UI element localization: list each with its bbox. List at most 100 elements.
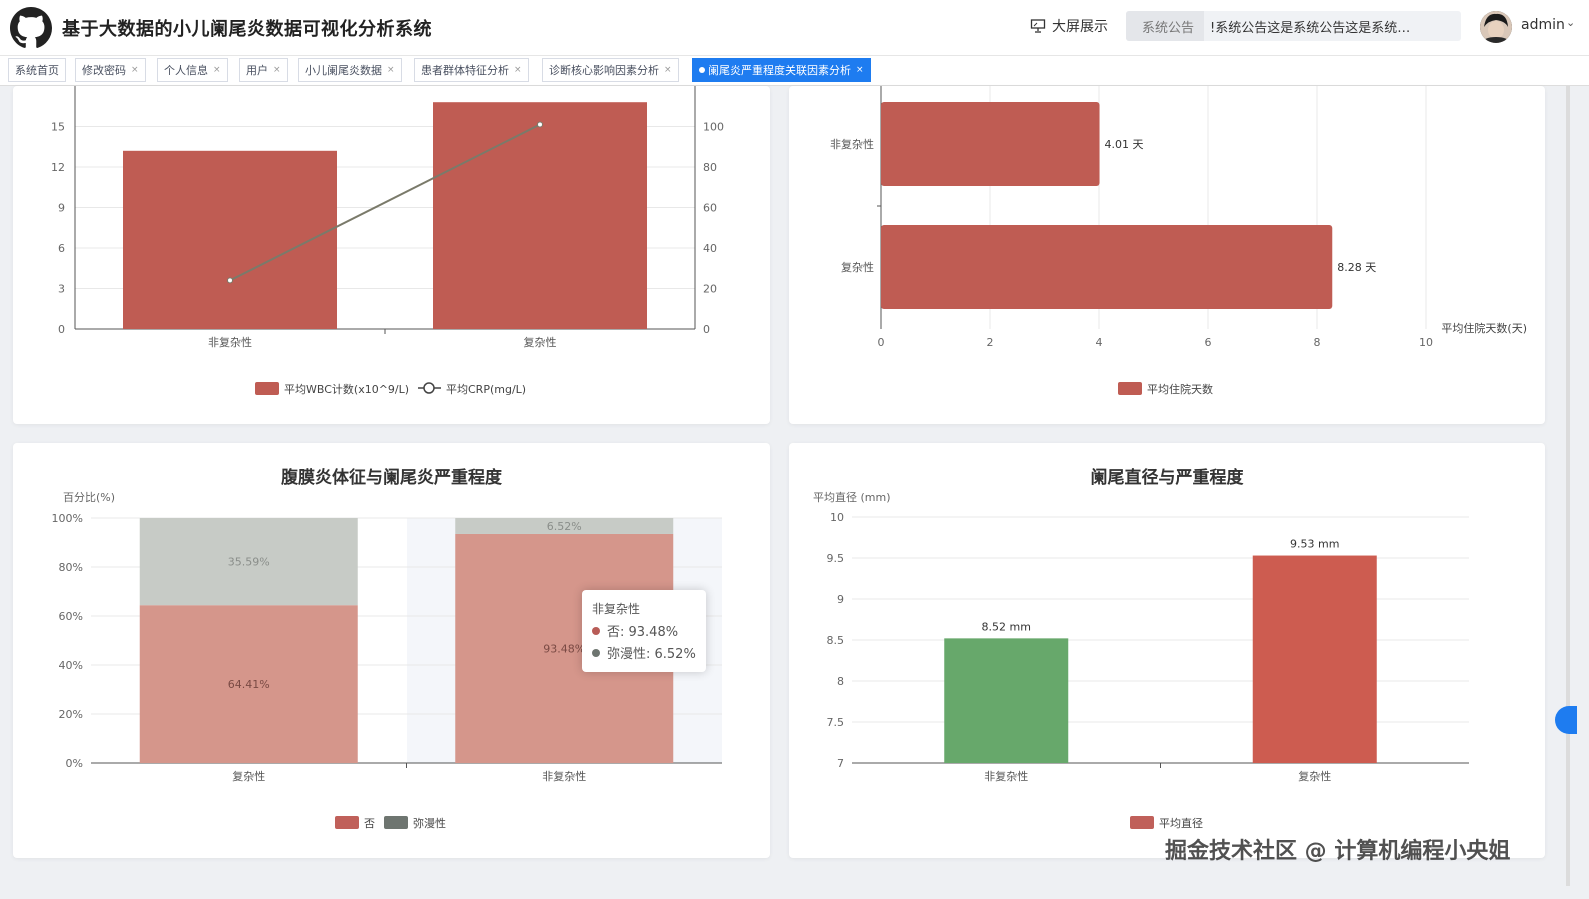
tab-home[interactable]: 系统首页 [8, 58, 66, 82]
tooltip-value: 弥漫性: 6.52% [607, 647, 696, 662]
x-tick-label: 复杂性 [232, 769, 265, 783]
y-tick-label: 7.5 [827, 716, 845, 729]
y-tick-label: 7 [837, 757, 844, 770]
bar-hospital-days [881, 225, 1333, 309]
system-notice[interactable]: 系统公告 !系统公告这是系统公告这是系统… [1126, 11, 1461, 41]
y2-tick-label: 80 [703, 161, 717, 174]
x-tick-label: 4 [1096, 336, 1103, 349]
tab-label: 小儿阑尾炎数据 [305, 64, 382, 77]
x-tick-label: 复杂性 [524, 335, 557, 349]
x-tick-label: 复杂性 [1298, 769, 1331, 783]
y-tick-label: 0 [58, 323, 65, 336]
tab-label: 诊断核心影响因素分析 [549, 64, 659, 77]
y-tick-label: 12 [51, 161, 65, 174]
tab-profile[interactable]: 个人信息 × [157, 58, 228, 82]
github-logo-icon[interactable] [10, 7, 52, 49]
panel-diameter: 阑尾直径与严重程度 7 7.5 8 8.5 9 9.5 10 平均直径 (mm) 8.52 mm… [789, 443, 1545, 858]
legend-label: 平均直径 [1159, 816, 1203, 830]
watermark: 掘金技术社区 @ 计算机编程小央姐 [1165, 839, 1511, 864]
chart-title: 阑尾直径与严重程度 [1090, 468, 1244, 488]
y-tick-label: 0% [66, 757, 83, 770]
close-icon[interactable]: × [514, 65, 522, 75]
legend-swatch [1130, 816, 1154, 829]
page-scrollbar[interactable] [1566, 86, 1570, 886]
bar-wbc [123, 150, 337, 329]
top-header: 基于大数据的小儿阑尾炎数据可视化分析系统 大屏展示 系统公告 !系统公告这是系统… [0, 0, 1589, 56]
chevron-down-icon[interactable]: ⌄ [1566, 16, 1575, 29]
bar-diameter [944, 638, 1069, 763]
y-tick-label: 9 [58, 202, 65, 215]
y-tick-label: 6 [58, 242, 65, 255]
y-tick-label: 非复杂性 [830, 137, 874, 151]
tooltip-row: 弥漫性: 6.52% [592, 643, 696, 662]
tab-bar: 系统首页 修改密码 × 个人信息 × 用户 × 小儿阑尾炎数据 × 患者群体特征… [0, 56, 1589, 86]
y-axis-title: 百分比(%) [63, 491, 115, 504]
y-tick-label: 80% [59, 561, 83, 574]
y2-tick-label: 100 [703, 121, 724, 134]
x-axis-title: 平均住院天数(天) [1441, 321, 1527, 335]
legend-swatch [335, 816, 359, 829]
bar-wbc [433, 102, 647, 329]
wbc-crp-chart: 0 3 6 9 12 15 0 20 40 60 80 100 非复杂性 复杂性平均WBC计数(x10^9… [51, 86, 724, 396]
panel-wbc-crp: 0 3 6 9 12 15 0 20 40 60 80 100 非复杂性 复杂性 平均WBC计数(x10^9… [13, 86, 770, 424]
tab-label: 患者群体特征分析 [421, 64, 509, 77]
close-icon[interactable]: × [131, 65, 139, 75]
notice-label: 系统公告 [1126, 11, 1205, 41]
side-expand-handle[interactable] [1555, 706, 1577, 734]
x-tick-label: 10 [1419, 336, 1433, 349]
legend-label: 弥漫性 [413, 816, 446, 830]
y-tick-label: 40% [59, 659, 83, 672]
y-tick-label: 9.5 [827, 552, 845, 565]
close-icon[interactable]: × [387, 65, 395, 75]
data-label: 8.52 mm [982, 620, 1031, 633]
legend-swatch [1118, 382, 1142, 395]
y-tick-label: 20% [59, 708, 83, 721]
tab-appendicitis-data[interactable]: 小儿阑尾炎数据 × [298, 58, 402, 82]
tab-patient-group[interactable]: 患者群体特征分析 × [414, 58, 529, 82]
data-label: 64.41% [228, 678, 270, 691]
panel-hospital-days: 0 2 4 6 8 10 平均住院天数(天) 非复杂性 4.01 天复杂性 8.28 天平均住院天… [789, 86, 1545, 424]
app-title: 基于大数据的小儿阑尾炎数据可视化分析系统 [62, 19, 432, 40]
y-tick-label: 8.5 [827, 634, 845, 647]
tab-label: 用户 [246, 64, 268, 77]
legend-dot-icon [592, 648, 600, 657]
legend-label: 平均CRP(mg/L) [446, 383, 526, 396]
legend-label: 否 [364, 817, 375, 830]
close-icon[interactable]: × [273, 65, 281, 75]
legend-swatch [255, 382, 279, 395]
close-icon[interactable]: × [664, 65, 672, 75]
data-label: 35.59% [228, 556, 270, 569]
presentation-icon [1030, 19, 1046, 33]
point-crp [537, 121, 543, 128]
legend-swatch [384, 816, 408, 829]
close-icon[interactable]: × [213, 65, 221, 75]
tab-severity-factors[interactable]: 阑尾炎严重程度关联因素分析 × [692, 58, 871, 82]
close-icon[interactable]: × [856, 65, 864, 75]
bar-hospital-days [881, 102, 1100, 186]
y-tick-label: 9 [837, 593, 844, 606]
y-tick-label: 15 [51, 121, 65, 134]
tab-users[interactable]: 用户 × [239, 58, 288, 82]
x-tick-label: 2 [987, 336, 994, 349]
chart-title: 腹膜炎体征与阑尾炎严重程度 [281, 468, 502, 488]
x-tick-label: 非复杂性 [542, 769, 586, 783]
notice-text: !系统公告这是系统公告这是系统… [1210, 20, 1411, 36]
diameter-chart: 7 7.5 8 8.5 9 9.5 10 平均直径 (mm) 8.52 mm 非复杂性 9.53 m… [813, 490, 1469, 830]
username[interactable]: admin [1521, 17, 1565, 33]
tab-label: 系统首页 [15, 64, 59, 77]
legend-dot-icon [592, 626, 600, 635]
tab-change-password[interactable]: 修改密码 × [75, 58, 146, 82]
x-tick-label: 0 [878, 336, 885, 349]
tab-diagnosis-factors[interactable]: 诊断核心影响因素分析 × [542, 58, 679, 82]
tab-label: 修改密码 [82, 64, 126, 77]
tooltip-value: 否: 93.48% [607, 625, 679, 640]
active-dot-icon [699, 67, 705, 73]
y-tick-label: 复杂性 [841, 260, 874, 274]
big-screen-button[interactable]: 大屏展示 [1030, 16, 1108, 36]
bar-diameter [1252, 555, 1377, 763]
chart-tooltip: 非复杂性 否: 93.48% 弥漫性: 6.52% [582, 590, 706, 672]
user-avatar[interactable] [1480, 11, 1512, 43]
data-label: 4.01 天 [1105, 138, 1144, 151]
x-tick-label: 6 [1205, 336, 1212, 349]
data-label: 93.48% [543, 642, 585, 655]
